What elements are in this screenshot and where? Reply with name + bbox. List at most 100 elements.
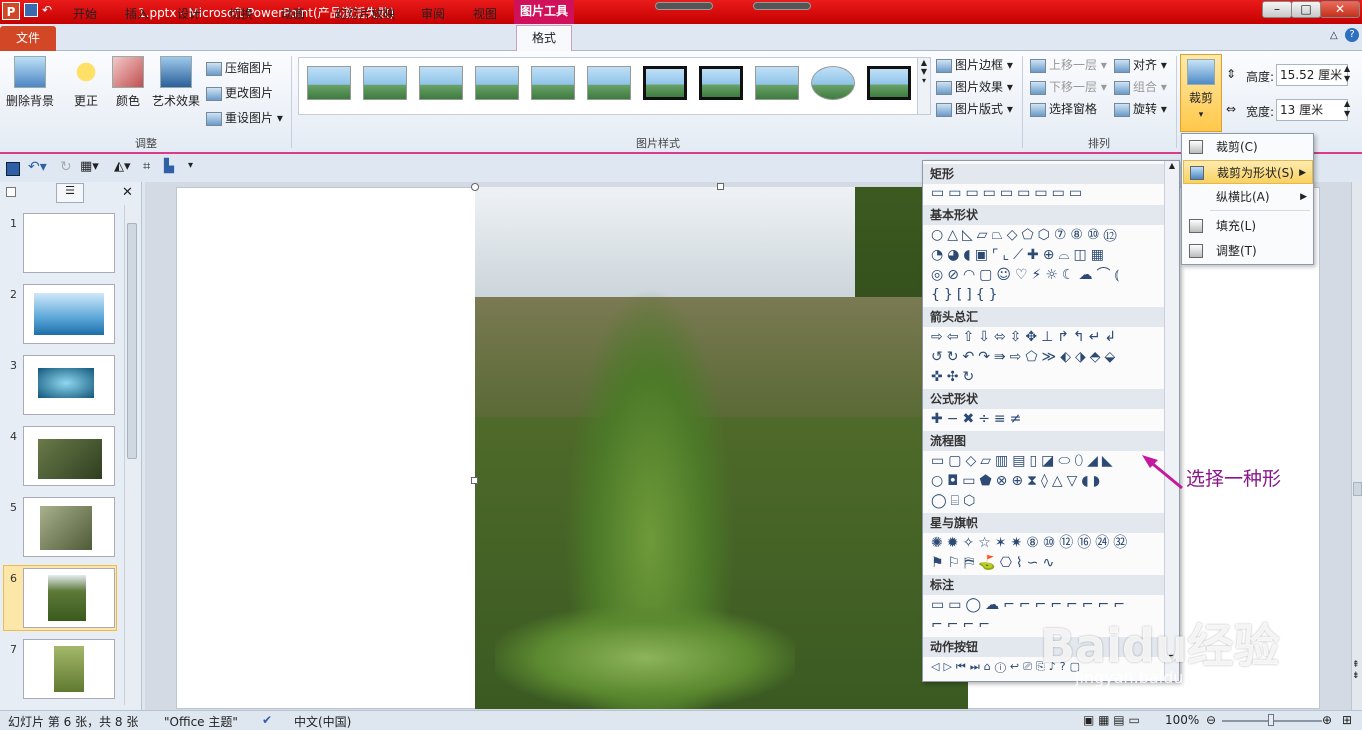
powerpoint-app-icon[interactable]: P [2, 2, 20, 20]
slide-thumbnail[interactable] [23, 355, 115, 415]
tab-transitions[interactable]: 切换 [218, 3, 264, 27]
undo-icon[interactable]: ↶ [42, 3, 52, 17]
style-thumb[interactable] [531, 66, 575, 100]
tab-format[interactable]: 格式 [516, 25, 572, 52]
flowchart-row[interactable]: ○◘▭⬟⊗⊕⧗◊△▽◖◗ [931, 471, 1104, 491]
selected-picture[interactable] [475, 187, 968, 709]
style-thumb[interactable] [699, 66, 743, 100]
rotate-button[interactable]: 旋转 ▾ [1114, 99, 1167, 121]
reset-picture-button[interactable]: 重设图片 ▾ [206, 108, 283, 130]
change-picture-button[interactable]: 更改图片 [206, 83, 273, 105]
height-input[interactable]: 15.52 厘米 [1276, 64, 1348, 86]
minimize-ribbon-icon[interactable]: △ [1330, 30, 1338, 41]
spellcheck-icon[interactable]: ✔ [262, 713, 272, 727]
tab-design[interactable]: 设计 [166, 3, 212, 27]
chart-icon[interactable]: ▙ [164, 159, 174, 174]
minimize-button[interactable]: – [1262, 1, 1292, 18]
style-thumb[interactable] [475, 66, 519, 100]
crop-to-shape-gallery[interactable]: 矩形 ▭▭▭▭▭▭▭▭▭ 基本形状 ○△◺▱⏢◇⬠⬡⑦⑧⑩⑫ ◔◕◖▣⌜⌞⟋✚⊕… [922, 160, 1180, 682]
remove-background-button[interactable]: 删除背景 [4, 56, 56, 109]
style-thumb[interactable] [363, 66, 407, 100]
zoom-slider-thumb[interactable] [1268, 714, 1274, 726]
slides-tab-icon[interactable]: ☰ [56, 183, 84, 203]
gallery-scroll[interactable]: ▲ ▼ ▾ [917, 57, 931, 115]
style-thumb[interactable] [643, 66, 687, 100]
menu-fill[interactable]: 填充(L) [1183, 214, 1313, 238]
tab-slideshow[interactable]: 幻灯片放映 [324, 3, 406, 27]
style-thumb[interactable] [755, 66, 799, 100]
style-thumb[interactable] [307, 66, 351, 100]
resize-handle[interactable] [471, 183, 479, 191]
slide-thumbnail[interactable] [23, 497, 115, 557]
resize-handle[interactable] [717, 183, 724, 190]
tab-review[interactable]: 审阅 [412, 3, 454, 27]
help-icon[interactable]: ? [1345, 28, 1359, 42]
outline-view-icon[interactable] [6, 187, 16, 197]
slide-thumbnail[interactable] [23, 213, 115, 273]
fit-to-window-icon[interactable]: ⊞ [1342, 713, 1352, 727]
scroll-thumb[interactable] [127, 223, 137, 459]
menu-crop[interactable]: 裁剪(C) [1183, 135, 1313, 159]
crop-icon[interactable]: ⌗ [143, 159, 150, 174]
language-status[interactable]: 中文(中国) [294, 713, 351, 730]
customize-toolbar-icon[interactable]: ▾ [188, 160, 193, 171]
resize-handle[interactable] [471, 477, 478, 484]
rectangle-shapes-row[interactable]: ▭▭▭▭▭▭▭▭▭ [931, 183, 1086, 203]
style-thumb[interactable] [419, 66, 463, 100]
basic-shapes-row[interactable]: ○△◺▱⏢◇⬠⬡⑦⑧⑩⑫ [931, 225, 1121, 245]
compress-pictures-button[interactable]: 压缩图片 [206, 58, 273, 80]
basic-shapes-row[interactable]: {}[]{} [931, 285, 1002, 305]
close-button[interactable]: ✕ [1320, 1, 1360, 18]
color-button[interactable]: 颜色 [110, 56, 146, 109]
shapes-scrollbar[interactable]: ▲ ▼ [1164, 161, 1179, 681]
zoom-out-icon[interactable]: ⊖ [1206, 713, 1216, 727]
theme-status[interactable]: "Office 主题" [164, 713, 238, 730]
equation-shapes-row[interactable]: ✚−✖÷≡≠ [931, 409, 1025, 429]
save-icon[interactable] [24, 3, 38, 17]
group-button[interactable]: 组合 ▾ [1114, 77, 1167, 99]
picture-layout-button[interactable]: 图片版式 ▾ [936, 99, 1013, 121]
maximize-button[interactable]: □ [1291, 1, 1321, 18]
send-backward-button[interactable]: 下移一层 ▾ [1030, 77, 1107, 99]
picture-border-button[interactable]: 图片边框 ▾ [936, 55, 1013, 77]
arrow-shapes-row[interactable]: ✜✣↻ [931, 367, 978, 387]
menu-fit[interactable]: 调整(T) [1183, 239, 1313, 263]
tab-insert[interactable]: 插入 [114, 3, 160, 27]
page-nav-icon[interactable]: ⇞ ⇟ [1352, 660, 1360, 682]
corrections-button[interactable]: 更正 [66, 56, 106, 109]
close-pane-icon[interactable]: ✕ [122, 185, 133, 200]
style-thumb[interactable] [587, 66, 631, 100]
basic-shapes-row[interactable]: ◔◕◖▣⌜⌞⟋✚⊕⌓◫▦ [931, 245, 1108, 265]
table-icon[interactable]: ▦▾ [80, 159, 99, 174]
selection-pane-button[interactable]: 选择窗格 [1030, 99, 1097, 121]
picture-effects-button[interactable]: 图片效果 ▾ [936, 77, 1013, 99]
menu-aspect-ratio[interactable]: 纵横比(A) ▶ [1183, 185, 1313, 209]
slide-thumbnail[interactable] [23, 426, 115, 486]
banners-row[interactable]: ⚑⚐⛿⛳⎔⌇∽∿ [931, 553, 1058, 573]
view-buttons[interactable]: ▣ ▦ ▤ ▭ [1083, 713, 1140, 727]
scroll-thumb[interactable] [1353, 482, 1362, 496]
tab-file[interactable]: 文件 [0, 26, 56, 51]
editor-scrollbar[interactable]: ⇞ ⇟ [1351, 182, 1362, 710]
slide-thumbnail[interactable] [23, 284, 115, 344]
flowchart-row[interactable]: ▭▢◇▱▥▤▯◪⬭⬯◢◣ [931, 451, 1117, 471]
tab-view[interactable]: 视图 [462, 3, 508, 27]
scroll-up-icon[interactable]: ▲ [1165, 161, 1179, 170]
style-thumb[interactable] [867, 66, 911, 100]
crop-button[interactable]: 裁剪 ▾ [1180, 54, 1222, 132]
basic-shapes-row[interactable]: ◎⊘◠▢☺♡⚡☼☾☁⌒⦅ [931, 265, 1123, 285]
zoom-level[interactable]: 100% [1165, 713, 1199, 727]
slide-thumbnail[interactable] [23, 639, 115, 699]
bring-forward-button[interactable]: 上移一层 ▾ [1030, 55, 1107, 77]
picture-styles-gallery[interactable] [298, 57, 918, 115]
tab-home[interactable]: 开始 [62, 3, 108, 27]
flowchart-row[interactable]: ◯⌸⬡ [931, 491, 979, 511]
height-spinner[interactable]: ▲ ▼ [1344, 64, 1350, 84]
arrow-shapes-row[interactable]: ↺↻↶↷⇛⇨⬠≫⬖⬗⬘⬙ [931, 347, 1119, 367]
thumbnail-scrollbar[interactable] [124, 205, 138, 705]
zoom-in-icon[interactable]: ⊕ [1322, 713, 1332, 727]
shapes-icon[interactable]: ◭▾ [114, 159, 131, 174]
redo-icon[interactable]: ↻ [60, 159, 72, 175]
slide-thumbnail-selected[interactable] [23, 568, 115, 628]
style-thumb[interactable] [811, 66, 855, 100]
